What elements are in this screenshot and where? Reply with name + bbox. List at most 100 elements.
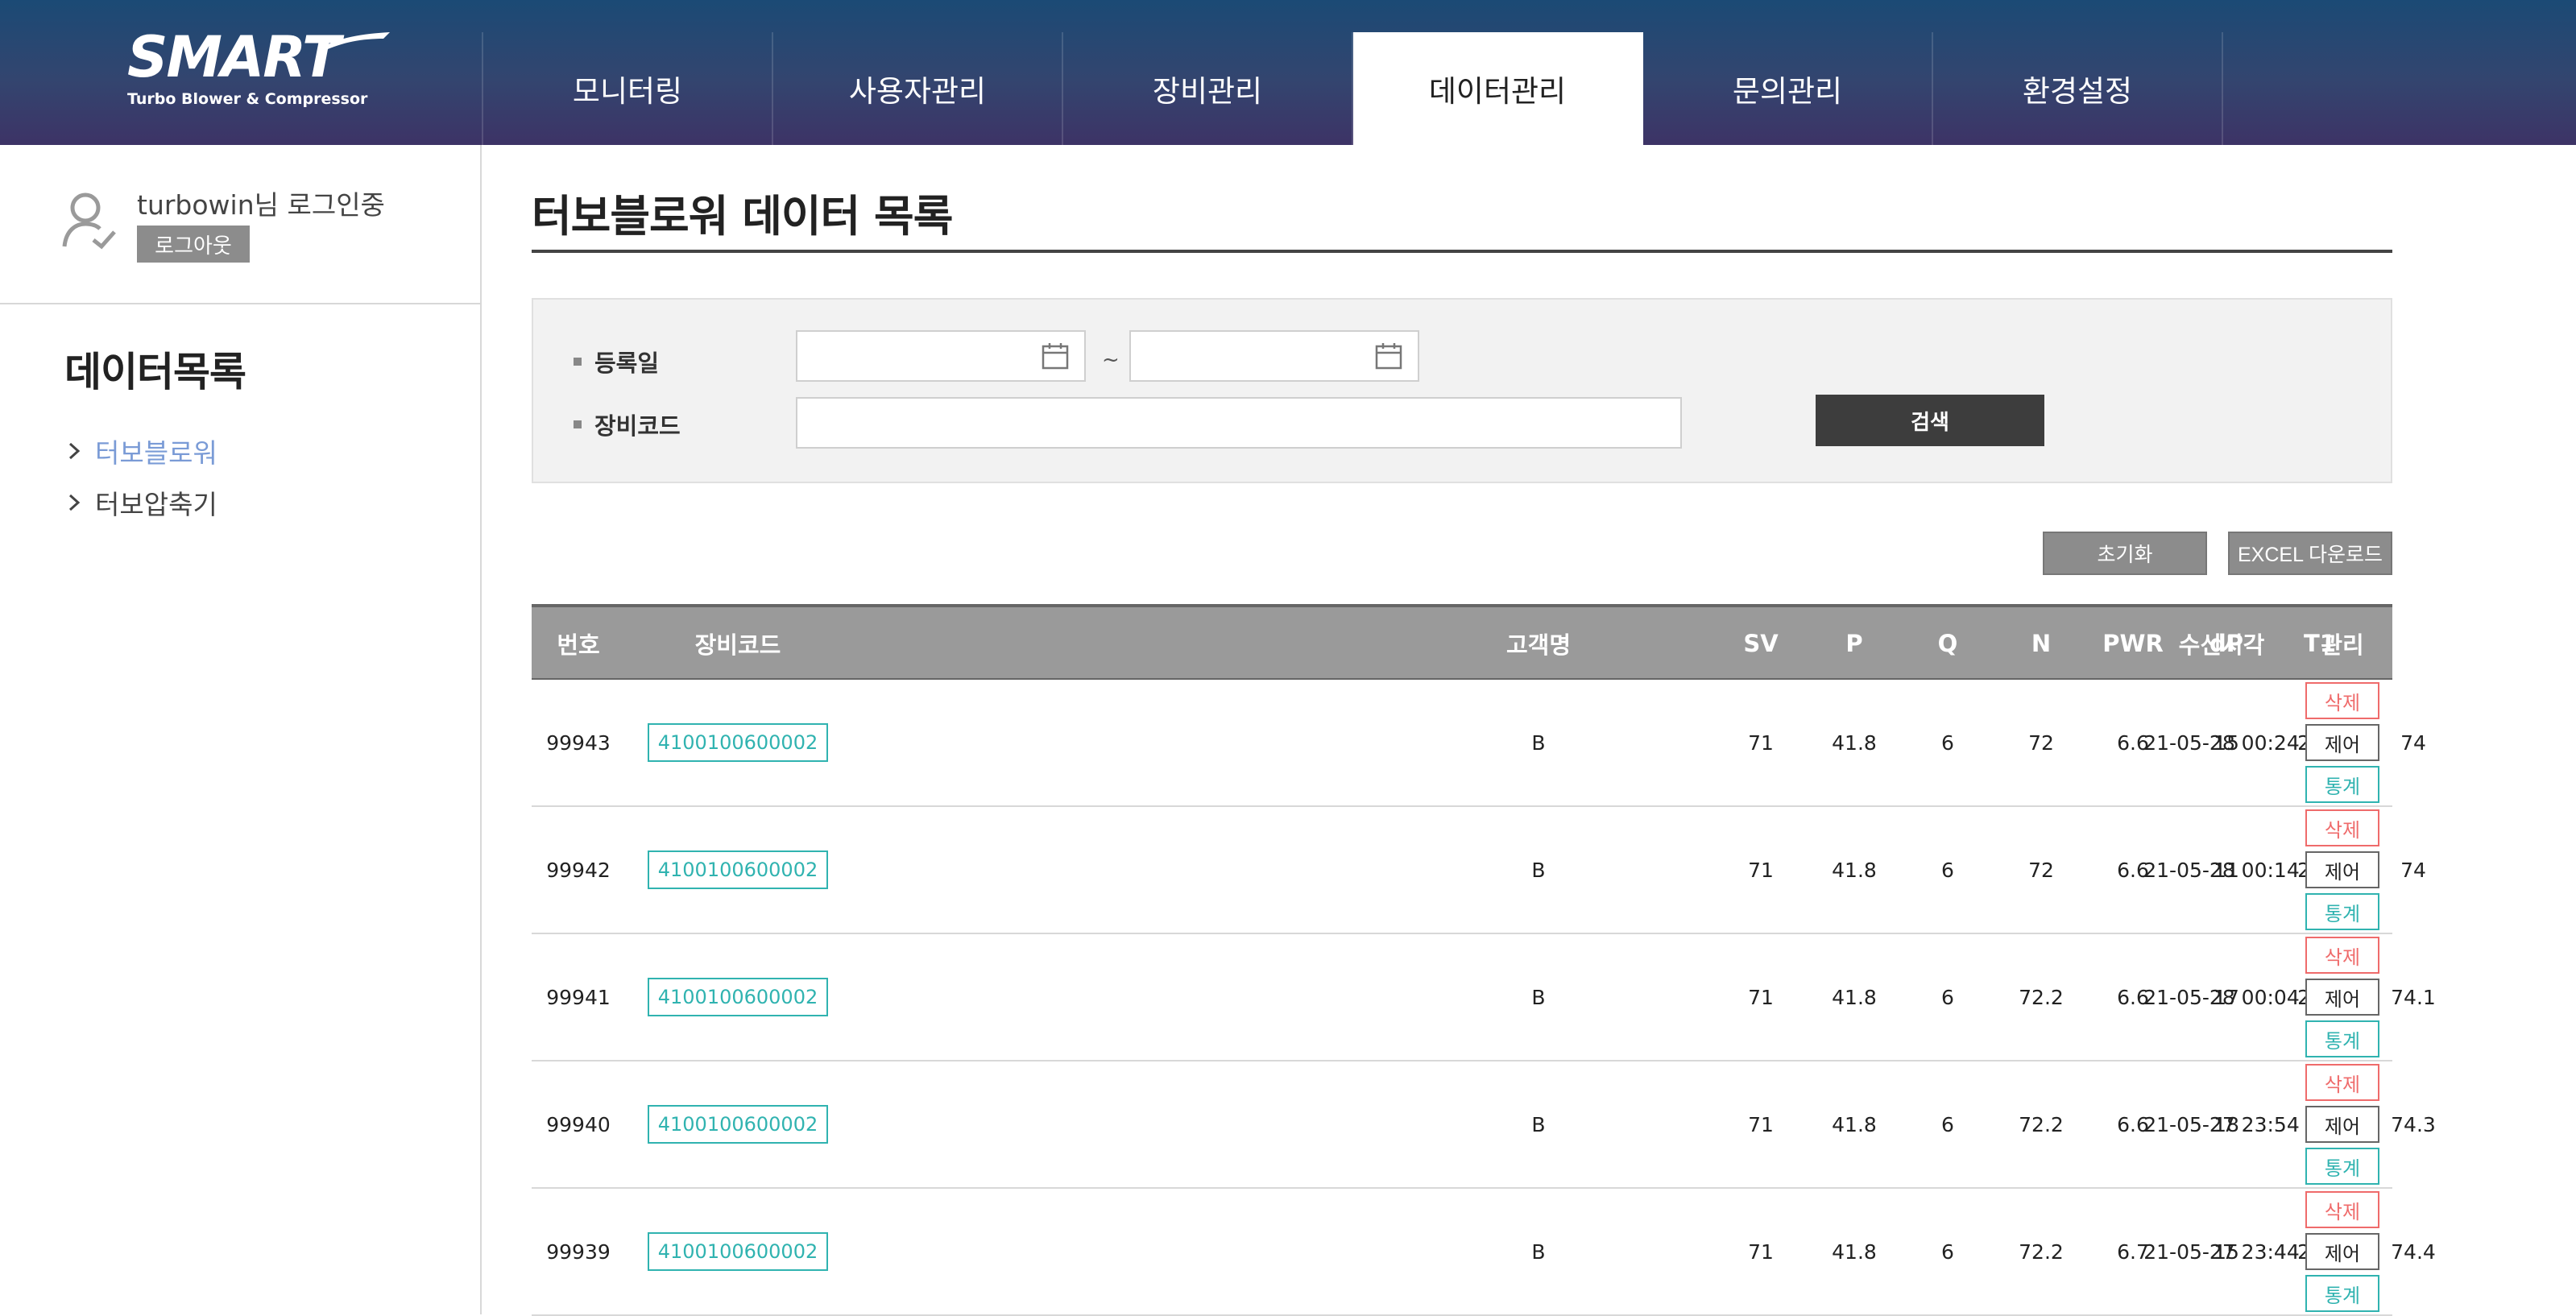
cell-q: 6 — [1941, 1239, 1954, 1264]
date-from-field[interactable] — [796, 330, 1086, 382]
cell-number: 99940 — [546, 1112, 611, 1136]
cell-number: 99941 — [546, 985, 611, 1009]
bullet-square-icon — [574, 420, 582, 428]
logo-subtitle: Turbo Blower & Compressor — [127, 90, 368, 108]
cell-n: 72 — [2028, 730, 2054, 755]
col-equipment-code: 장비코드 — [694, 631, 781, 659]
cell-t2: 74.4 — [2391, 1239, 2436, 1264]
equipment-code-link[interactable]: 4100100600002 — [648, 850, 828, 889]
cell-t2: 74 — [2400, 730, 2426, 755]
row-actions: 삭제제어통계 — [2305, 934, 2379, 1060]
cell-p: 41.8 — [1832, 985, 1877, 1009]
main-nav: 모니터링 사용자관리 장비관리 데이터관리 문의관리 환경설정 — [482, 32, 2223, 145]
nav-data-management[interactable]: 데이터관리 — [1353, 32, 1643, 145]
date-to-field[interactable] — [1129, 330, 1419, 382]
cell-equipment-code: 4100100600002 — [641, 807, 835, 933]
nav-settings[interactable]: 환경설정 — [1933, 32, 2223, 145]
cell-q: 6 — [1941, 1112, 1954, 1136]
col-q: Q — [1937, 630, 1958, 657]
control-button[interactable]: 제어 — [2305, 1106, 2379, 1143]
cell-received-time: 21-05-28 00:14 — [2143, 858, 2300, 882]
date-label-text: 등록일 — [594, 350, 660, 377]
cell-p: 41.8 — [1832, 858, 1877, 882]
login-status: turbowin님 로그인중 — [137, 189, 385, 221]
date-range-tilde: ~ — [1102, 348, 1120, 372]
sidebar-item-turbo-compressor[interactable]: 터보압축기 — [63, 477, 217, 528]
control-button[interactable]: 제어 — [2305, 1233, 2379, 1270]
chevron-right-icon — [68, 494, 81, 511]
calendar-icon[interactable] — [1374, 341, 1403, 370]
title-divider — [532, 250, 2392, 253]
logout-button[interactable]: 로그아웃 — [137, 226, 250, 263]
cell-equipment-code: 4100100600002 — [641, 1061, 835, 1187]
stats-button[interactable]: 통계 — [2305, 1148, 2379, 1185]
cell-sv: 71 — [1748, 858, 1774, 882]
delete-button[interactable]: 삭제 — [2305, 682, 2379, 719]
cell-customer: B — [1531, 858, 1546, 882]
nav-inquiry-management[interactable]: 문의관리 — [1643, 32, 1933, 145]
control-button[interactable]: 제어 — [2305, 724, 2379, 761]
cell-n: 72.2 — [2019, 985, 2064, 1009]
user-check-icon — [62, 192, 116, 250]
sidebar: turbowin님 로그인중 로그아웃 데이터목록 터보블로워 터보압축기 — [0, 145, 482, 1314]
stats-button[interactable]: 통계 — [2305, 1275, 2379, 1312]
code-filter-label: 장비코드 — [574, 408, 681, 441]
control-button[interactable]: 제어 — [2305, 851, 2379, 888]
stats-button[interactable]: 통계 — [2305, 893, 2379, 930]
control-button[interactable]: 제어 — [2305, 979, 2379, 1016]
sidebar-item-label: 터보블로워 — [95, 437, 217, 469]
equipment-code-link[interactable]: 4100100600002 — [648, 978, 828, 1016]
top-header: SMART Turbo Blower & Compressor 모니터링 사용자… — [0, 0, 2576, 145]
cell-sv: 71 — [1748, 985, 1774, 1009]
reset-button[interactable]: 초기화 — [2043, 532, 2207, 575]
cell-received-time: 21-05-28 00:04 — [2143, 985, 2300, 1009]
cell-p: 41.8 — [1832, 1239, 1877, 1264]
delete-button[interactable]: 삭제 — [2305, 937, 2379, 974]
col-customer: 고객명 — [1505, 631, 1572, 659]
logo-swoosh-icon — [317, 32, 390, 52]
cell-equipment-code: 4100100600002 — [641, 934, 835, 1060]
stats-button[interactable]: 통계 — [2305, 1020, 2379, 1057]
col-n: N — [2031, 630, 2052, 657]
equipment-code-link[interactable]: 4100100600002 — [648, 723, 828, 762]
cell-received-time: 21-05-28 00:24 — [2143, 730, 2300, 755]
col-sv: SV — [1743, 630, 1779, 657]
cell-n: 72.2 — [2019, 1239, 2064, 1264]
cell-q: 6 — [1941, 730, 1954, 755]
cell-received-time: 21-05-27 23:44 — [2143, 1239, 2300, 1264]
cell-customer: B — [1531, 985, 1546, 1009]
equipment-code-link[interactable]: 4100100600002 — [648, 1105, 828, 1144]
nav-monitoring[interactable]: 모니터링 — [483, 32, 773, 145]
equipment-code-link[interactable]: 4100100600002 — [648, 1232, 828, 1271]
delete-button[interactable]: 삭제 — [2305, 1191, 2379, 1228]
cell-customer: B — [1531, 1239, 1546, 1264]
cell-t2: 74.1 — [2391, 985, 2436, 1009]
sidebar-title: 데이터목록 — [64, 349, 246, 395]
nav-equipment-management[interactable]: 장비관리 — [1063, 32, 1353, 145]
cell-number: 99943 — [546, 730, 611, 755]
page-title: 터보블로워 데이터 목록 — [532, 191, 953, 242]
row-actions: 삭제제어통계 — [2305, 1061, 2379, 1187]
delete-button[interactable]: 삭제 — [2305, 809, 2379, 846]
search-button[interactable]: 검색 — [1816, 395, 2044, 446]
nav-user-management[interactable]: 사용자관리 — [773, 32, 1063, 145]
excel-download-button[interactable]: EXCEL 다운로드 — [2228, 532, 2392, 575]
table-header: 번호 장비코드 고객명 SV P Q N PWR dP T1 T2 수신시각 관… — [532, 604, 2429, 680]
table-row: 999414100100600002B7141.8672.26.61728.17… — [532, 934, 2436, 1061]
brand-logo[interactable]: SMART Turbo Blower & Compressor — [127, 29, 390, 118]
user-box: turbowin님 로그인중 로그아웃 — [0, 145, 480, 304]
cell-customer: B — [1531, 1112, 1546, 1136]
col-p: P — [1845, 630, 1863, 657]
delete-button[interactable]: 삭제 — [2305, 1064, 2379, 1101]
calendar-icon[interactable] — [1041, 341, 1070, 370]
cell-n: 72.2 — [2019, 1112, 2064, 1136]
table-row: 999404100100600002B7141.8672.26.6182874.… — [532, 1061, 2436, 1189]
cell-t2: 74.3 — [2391, 1112, 2436, 1136]
row-actions: 삭제제어통계 — [2305, 1189, 2379, 1314]
cell-sv: 71 — [1748, 1239, 1774, 1264]
cell-received-time: 21-05-27 23:54 — [2143, 1112, 2300, 1136]
table-row: 999424100100600002B7141.86726.61127.8742… — [532, 807, 2426, 934]
equipment-code-input[interactable] — [796, 397, 1682, 449]
sidebar-item-turbo-blower[interactable]: 터보블로워 — [63, 425, 217, 477]
stats-button[interactable]: 통계 — [2305, 766, 2379, 803]
